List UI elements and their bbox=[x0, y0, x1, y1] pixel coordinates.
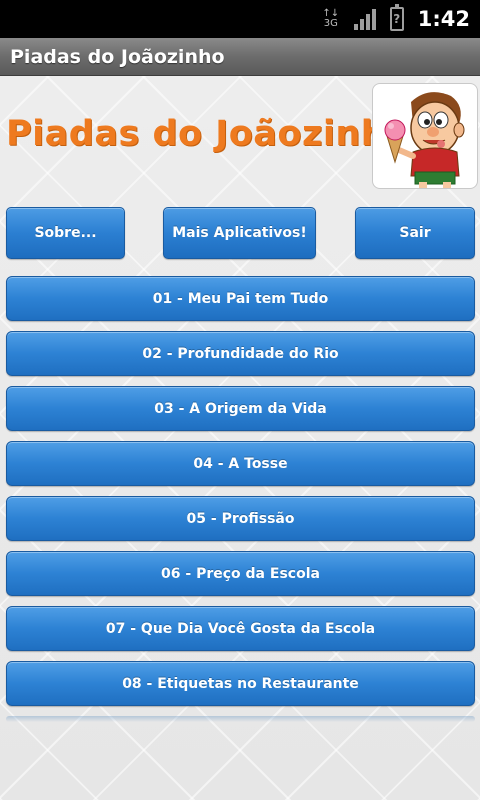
joke-list-item[interactable]: 05 - Profissão bbox=[6, 496, 475, 541]
more-apps-button[interactable]: Mais Aplicativos! bbox=[163, 207, 316, 259]
status-clock: 1:42 bbox=[417, 7, 470, 31]
battery-glyph: ? bbox=[393, 12, 401, 26]
app-header: Piadas do Joãozinho bbox=[0, 76, 480, 196]
exit-button[interactable]: Sair bbox=[355, 207, 475, 259]
top-button-row: Sobre... Mais Aplicativos! Sair bbox=[0, 207, 480, 259]
about-button[interactable]: Sobre... bbox=[6, 207, 125, 259]
signal-strength-icon bbox=[353, 8, 376, 30]
joke-list-item[interactable]: 02 - Profundidade do Rio bbox=[6, 331, 475, 376]
joke-list-item[interactable]: 08 - Etiquetas no Restaurante bbox=[6, 661, 475, 706]
joke-list-item[interactable]: 03 - A Origem da Vida bbox=[6, 386, 475, 431]
network-type-label: 3G bbox=[323, 18, 338, 29]
battery-icon: ? bbox=[389, 4, 404, 31]
joke-list-item[interactable]: 07 - Que Dia Você Gosta da Escola bbox=[6, 606, 475, 651]
mascot-image bbox=[372, 83, 478, 189]
joke-list: 01 - Meu Pai tem Tudo 02 - Profundidade … bbox=[0, 276, 480, 716]
joke-list-item[interactable]: 04 - A Tosse bbox=[6, 441, 475, 486]
status-bar: ↑↓ 3G ? 1:42 bbox=[0, 0, 480, 38]
app-title: Piadas do Joãozinho bbox=[10, 45, 225, 68]
boy-with-ice-cream-icon bbox=[384, 92, 465, 188]
app-title-bar: Piadas do Joãozinho bbox=[0, 38, 480, 76]
list-scroll-edge bbox=[6, 716, 475, 722]
logo-title: Piadas do Joãozinho bbox=[6, 114, 411, 154]
data-network-icon: ↑↓ 3G bbox=[322, 8, 340, 29]
joke-list-item[interactable]: 06 - Preço da Escola bbox=[6, 551, 475, 596]
joke-list-item[interactable]: 01 - Meu Pai tem Tudo bbox=[6, 276, 475, 321]
